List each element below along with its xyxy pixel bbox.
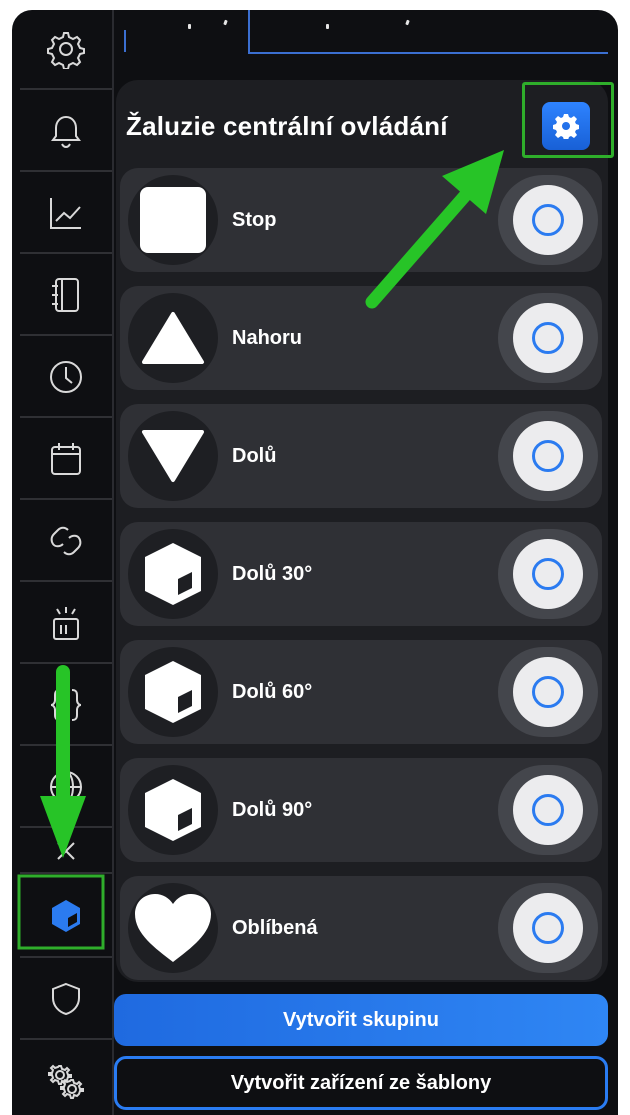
row-icon-circle: [128, 529, 218, 619]
dot: [223, 19, 228, 26]
sidebar-item-links[interactable]: [20, 502, 112, 582]
scene-row-down-30[interactable]: Dolů 30°: [120, 522, 602, 626]
stop-square-icon: [140, 187, 206, 253]
scene-row-stop[interactable]: Stop: [120, 168, 602, 272]
app-window: Žaluzie centrální ovládání Stop Nahoru D…: [12, 10, 618, 1115]
calendar-icon: [51, 443, 81, 475]
cube-icon: [145, 779, 201, 841]
toggle-knob: [513, 657, 583, 727]
chart-icon: [50, 198, 81, 229]
shield-icon: [52, 982, 80, 1016]
sidebar-item-close[interactable]: [20, 830, 112, 874]
toggle-ring-icon: [532, 794, 564, 826]
top-strip: [116, 10, 618, 72]
scene-row-up[interactable]: Nahoru: [120, 286, 602, 390]
sidebar-item-advanced-settings[interactable]: [20, 1042, 112, 1115]
row-toggle[interactable]: [498, 647, 598, 737]
triangle-up-icon: [142, 312, 204, 364]
create-from-template-button[interactable]: Vytvořit zařízení ze šablony: [114, 1056, 608, 1110]
top-tab-box: [248, 10, 608, 54]
signal-icon: [53, 607, 79, 640]
row-icon-circle: [128, 175, 218, 265]
notebook-icon: [52, 278, 79, 312]
sidebar-divider: [112, 10, 114, 1115]
gears-icon: [48, 1064, 84, 1099]
toggle-knob: [513, 303, 583, 373]
sidebar-item-settings[interactable]: [20, 10, 112, 90]
row-label: Nahoru: [232, 327, 302, 349]
row-icon-circle: [128, 411, 218, 501]
row-toggle[interactable]: [498, 175, 598, 265]
row-toggle[interactable]: [498, 293, 598, 383]
sidebar-item-notebook[interactable]: [20, 256, 112, 336]
sidebar-item-calendar[interactable]: [20, 420, 112, 500]
gear-icon: [553, 114, 579, 139]
toggle-ring-icon: [532, 558, 564, 590]
dot: [188, 24, 191, 29]
cube-icon: [145, 661, 201, 723]
row-label: Oblíbená: [232, 917, 318, 939]
bell-icon: [51, 115, 81, 149]
dot: [326, 24, 329, 29]
clock-icon: [50, 361, 82, 393]
sidebar-item-charts[interactable]: [20, 174, 112, 254]
panel-settings-button[interactable]: [542, 102, 590, 150]
cube-icon: [52, 900, 80, 932]
globe-icon: [50, 771, 82, 803]
active-tile: [36, 886, 96, 946]
close-icon: [57, 842, 75, 860]
row-toggle[interactable]: [498, 529, 598, 619]
row-icon-circle: [128, 883, 218, 973]
row-label: Stop: [232, 209, 277, 231]
sidebar-item-signal[interactable]: [20, 584, 112, 664]
cube-icon: [145, 543, 201, 605]
row-icon-circle: [128, 647, 218, 737]
sidebar-item-notifications[interactable]: [20, 92, 112, 172]
toggle-knob: [513, 185, 583, 255]
row-label: Dolů 90°: [232, 799, 313, 821]
control-panel: Žaluzie centrální ovládání Stop Nahoru D…: [116, 80, 614, 982]
scene-row-down[interactable]: Dolů: [120, 404, 602, 508]
sidebar-item-globe[interactable]: [20, 748, 112, 828]
toggle-ring-icon: [532, 204, 564, 236]
toggle-knob: [513, 775, 583, 845]
scene-row-down-90[interactable]: Dolů 90°: [120, 758, 602, 862]
row-toggle[interactable]: [498, 765, 598, 855]
row-toggle[interactable]: [498, 411, 598, 501]
toggle-knob: [513, 893, 583, 963]
link-icon: [50, 526, 82, 556]
heart-icon: [135, 894, 211, 962]
braces-icon: [50, 689, 82, 721]
scene-row-down-60[interactable]: Dolů 60°: [120, 640, 602, 744]
sidebar-item-clock[interactable]: [20, 338, 112, 418]
toggle-knob: [513, 421, 583, 491]
sidebar-item-security[interactable]: [20, 960, 112, 1040]
sidebar-item-scripts[interactable]: [20, 666, 112, 746]
row-icon-circle: [128, 293, 218, 383]
top-divider: [124, 30, 126, 52]
gear-icon: [47, 32, 85, 69]
toggle-ring-icon: [532, 322, 564, 354]
row-label: Dolů: [232, 445, 277, 467]
row-label: Dolů 60°: [232, 681, 313, 703]
toggle-ring-icon: [532, 912, 564, 944]
toggle-ring-icon: [532, 676, 564, 708]
sidebar: [20, 10, 112, 1115]
create-group-button[interactable]: Vytvořit skupinu: [114, 994, 608, 1046]
row-label: Dolů 30°: [232, 563, 313, 585]
sidebar-item-devices[interactable]: [20, 876, 112, 958]
row-toggle[interactable]: [498, 883, 598, 973]
scene-row-favorite[interactable]: Oblíbená: [120, 876, 602, 980]
toggle-ring-icon: [532, 440, 564, 472]
triangle-down-icon: [142, 430, 204, 482]
toggle-knob: [513, 539, 583, 609]
panel-title: Žaluzie centrální ovládání: [126, 111, 448, 141]
row-icon-circle: [128, 765, 218, 855]
